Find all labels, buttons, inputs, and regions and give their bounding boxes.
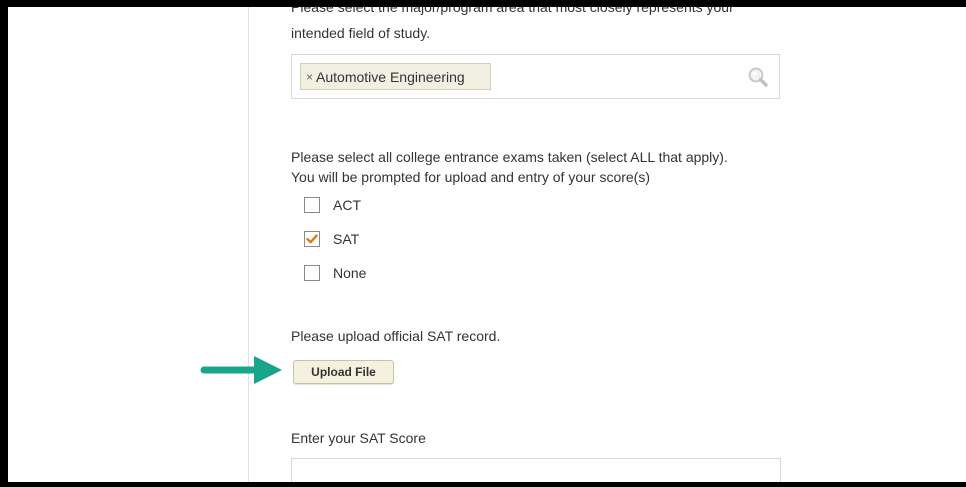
checkmark-icon (306, 234, 318, 244)
upload-prompt: Please upload official SAT record. (291, 328, 501, 344)
selected-major-label: Automotive Engineering (316, 68, 465, 85)
none-label: None (333, 265, 367, 281)
major-prompt-line-1: Please select the major/program area tha… (291, 7, 734, 15)
major-prompt-line-2: intended field of study. (291, 25, 431, 41)
sat-score-input[interactable] (291, 458, 781, 482)
exams-prompt-line-1: Please select all college entrance exams… (291, 149, 728, 165)
act-checkbox[interactable] (304, 197, 320, 213)
selected-major-tag: × Automotive Engineering (300, 63, 491, 90)
exam-option-none[interactable]: None (304, 265, 366, 281)
sat-checkbox[interactable] (304, 231, 320, 247)
application-form-page: Please select the major/program area tha… (8, 7, 966, 482)
act-label: ACT (333, 197, 361, 213)
search-icon (748, 67, 768, 87)
exams-prompt-line-2: You will be prompted for upload and entr… (291, 169, 651, 185)
exam-option-sat[interactable]: SAT (304, 231, 359, 247)
major-select[interactable]: × Automotive Engineering (291, 54, 780, 99)
arrow-pointer-icon (200, 356, 282, 384)
left-column-divider (248, 7, 249, 482)
exam-option-act[interactable]: ACT (304, 197, 361, 213)
none-checkbox[interactable] (304, 265, 320, 281)
sat-score-label: Enter your SAT Score (291, 430, 426, 446)
upload-file-button[interactable]: Upload File (293, 360, 394, 384)
sat-label: SAT (333, 231, 360, 247)
remove-tag-icon[interactable]: × (306, 70, 313, 84)
